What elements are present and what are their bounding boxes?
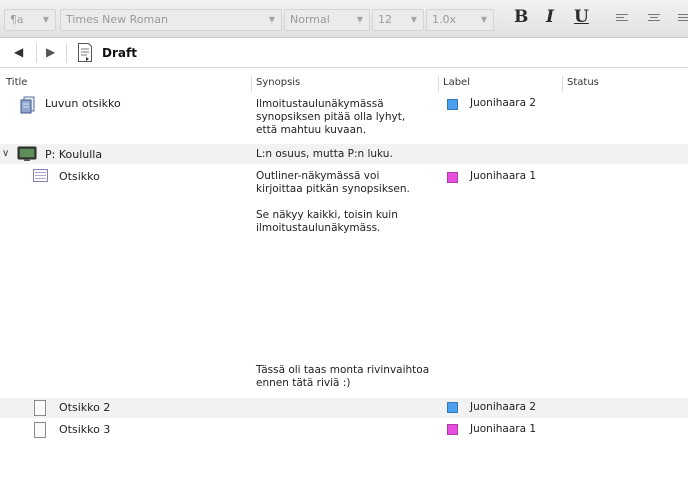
row-title: Otsikko [59,170,100,183]
italic-button[interactable]: I [546,7,554,27]
label-color-swatch [447,424,458,435]
divider [66,43,67,63]
forward-arrow-icon[interactable]: ▶ [46,45,55,59]
text-card-icon [33,169,48,182]
outliner-header: Title Synopsis Label Status [0,76,688,92]
row-title: Luvun otsikko [45,97,121,110]
font-size-select[interactable]: 12 ▼ [372,9,424,31]
style-preset-select[interactable]: Normal ▼ [284,9,370,31]
label-color-swatch [447,99,458,110]
column-header-synopsis[interactable]: Synopsis [252,76,439,92]
row-synopsis: L:n osuus, mutta P:n luku. [256,148,393,160]
blank-page-icon [34,422,46,438]
chevron-down-icon: ▼ [42,15,49,24]
blank-page-icon [34,400,46,416]
column-header-status[interactable]: Status [563,76,688,92]
font-family-select[interactable]: Times New Roman ▼ [60,9,282,31]
row-synopsis: Ilmoitustaulunäkymässä synopsiksen pitää… [256,98,406,136]
chevron-down-icon: ▼ [268,15,275,24]
row-title: P: Koululla [45,148,103,161]
outliner-row[interactable]: Otsikko 3 Juonihaara 1 [0,420,688,440]
label-color-swatch [447,402,458,413]
line-spacing-select[interactable]: 1.0x ▼ [426,9,494,31]
font-size-value: 12 [378,13,392,26]
column-header-label[interactable]: Label [439,76,563,92]
divider [36,43,37,63]
label-color-swatch [447,172,458,183]
format-bar: ¶a ▼ Times New Roman ▼ Normal ▼ 12 ▼ 1.0… [0,0,688,38]
outliner-row[interactable]: ∨ P: Koululla L:n osuus, mutta P:n luku. [0,144,688,164]
draft-folder-icon[interactable] [76,42,94,63]
style-preset-value: Normal [290,13,330,26]
chevron-down-icon: ▼ [356,15,363,24]
row-title: Otsikko 3 [59,423,111,436]
row-label: Juonihaara 1 [470,423,537,435]
underline-button[interactable]: U [574,7,589,27]
row-title: Otsikko 2 [59,401,111,414]
navigation-bar: ◀ ▶ Draft [0,38,688,68]
line-spacing-value: 1.0x [432,13,457,26]
chevron-down-icon[interactable]: ∨ [2,148,9,159]
folder-monitor-icon [17,146,37,161]
column-header-title[interactable]: Title [4,76,252,92]
outliner-row[interactable]: Otsikko 2 Juonihaara 2 [0,398,688,418]
row-label: Juonihaara 2 [470,401,537,413]
folder-stack-icon [20,96,35,114]
font-family-value: Times New Roman [66,13,168,26]
paragraph-style-menu[interactable]: ¶a ▼ [4,9,56,31]
paragraph-style-icon: ¶a [10,13,24,26]
outliner-row[interactable]: Otsikko Outliner-näkymässä voi kirjoitta… [0,166,688,398]
row-label: Juonihaara 1 [470,170,537,182]
outliner-row[interactable]: Luvun otsikko Ilmoitustaulunäkymässä syn… [0,94,688,142]
row-synopsis-tail: Tässä oli taas monta rivinvaihtoa ennen … [256,364,430,389]
align-right-icon[interactable] [678,14,688,24]
align-center-icon[interactable] [648,14,660,24]
document-title: Draft [102,46,137,60]
chevron-down-icon: ▼ [480,15,487,24]
chevron-down-icon: ▼ [410,15,417,24]
align-left-icon[interactable] [616,14,628,24]
row-synopsis: Outliner-näkymässä voi kirjoittaa pitkän… [256,170,410,234]
bold-button[interactable]: B [514,7,528,27]
back-arrow-icon[interactable]: ◀ [14,45,23,59]
row-label: Juonihaara 2 [470,97,537,109]
